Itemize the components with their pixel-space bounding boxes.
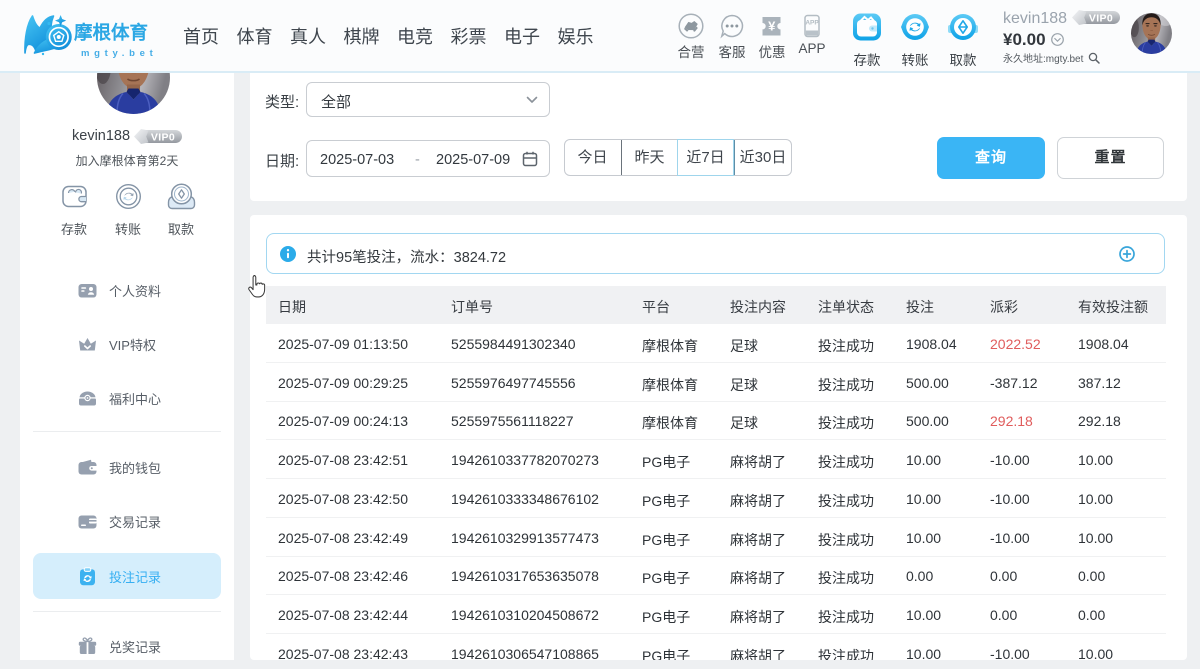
svg-text:VIP0: VIP0 bbox=[151, 132, 175, 144]
svg-text:APP: APP bbox=[805, 20, 819, 27]
svg-text:¥: ¥ bbox=[768, 19, 776, 34]
svg-text:VIP0: VIP0 bbox=[1089, 13, 1113, 25]
